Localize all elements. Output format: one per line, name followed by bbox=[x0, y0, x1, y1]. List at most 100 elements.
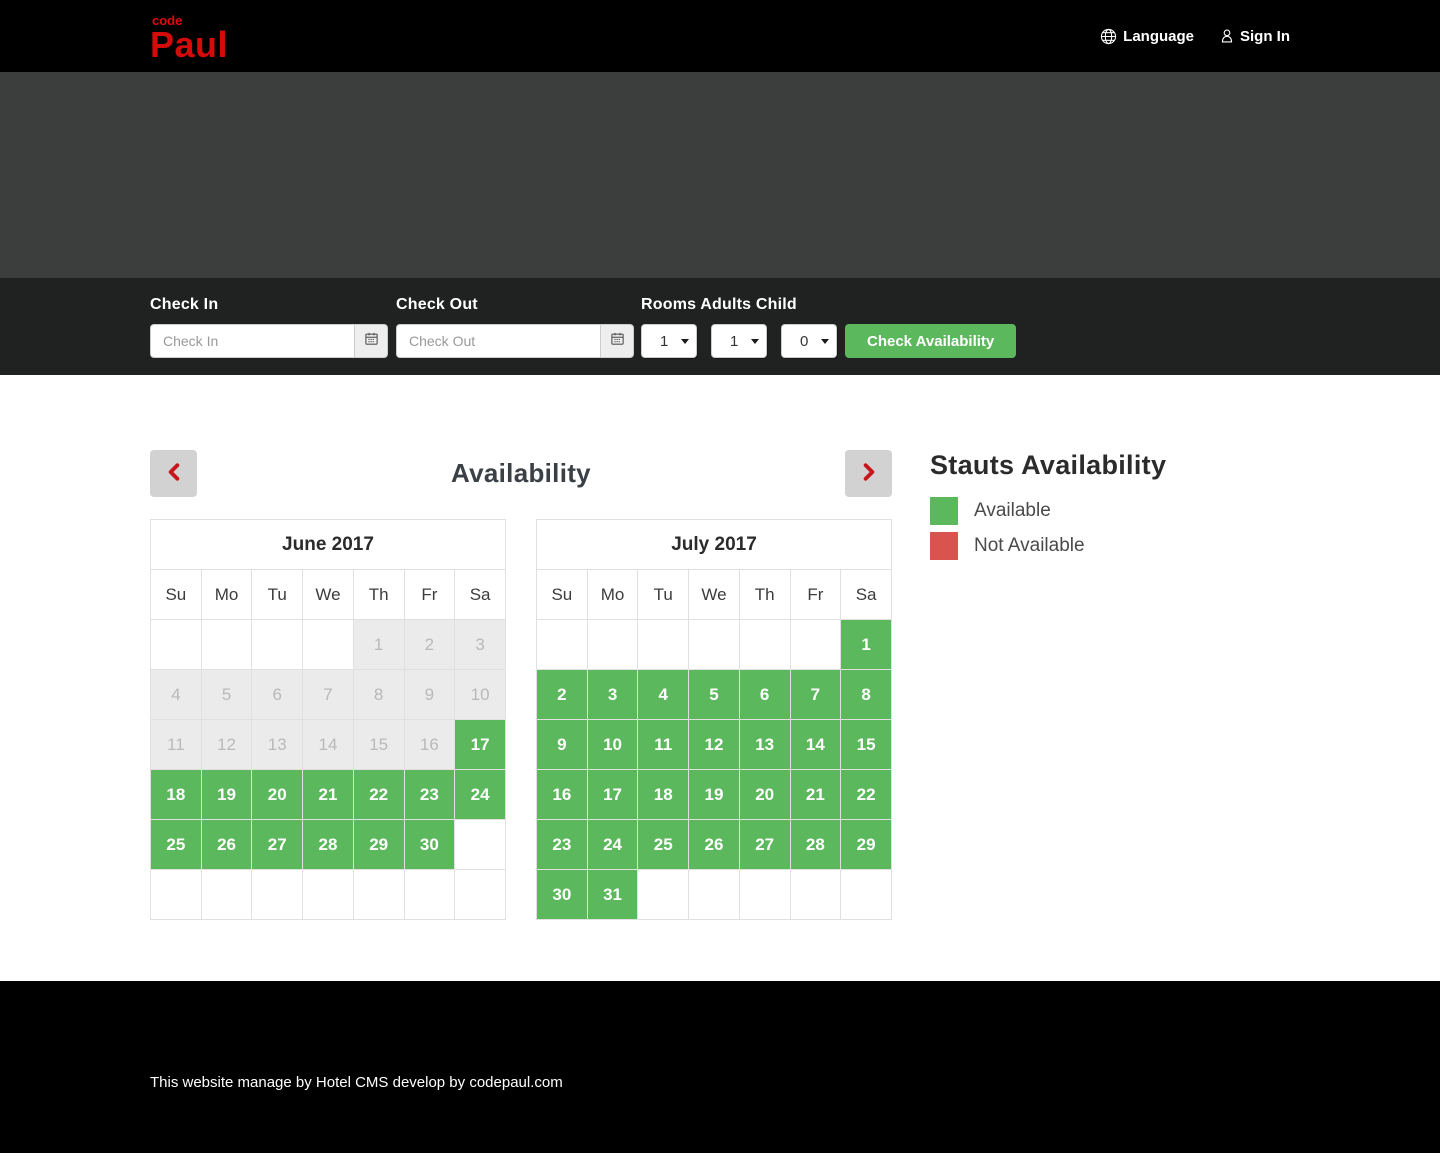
chevron-left-icon bbox=[167, 463, 181, 484]
calendar-cell-day[interactable]: 13 bbox=[738, 719, 791, 770]
calendar-week-row: 25 26 27 28 29 30 bbox=[150, 819, 506, 870]
calendar-cell-day: 1 bbox=[352, 619, 405, 670]
calendar-june: June 2017 Su Mo Tu We Th Fr Sa 1 2 3 4 5 6 7 8 9 10 11 12… bbox=[150, 519, 506, 920]
calendar-cell-day[interactable]: 29 bbox=[352, 819, 405, 870]
calendar-cell-day[interactable]: 21 bbox=[789, 769, 842, 820]
logo-paul-text: Paul bbox=[150, 23, 229, 65]
language-menu[interactable]: Language bbox=[1100, 28, 1194, 45]
calendar-cell-empty bbox=[789, 869, 842, 920]
legend-label: Not Available bbox=[974, 535, 1085, 556]
calendar-cell-day[interactable]: 20 bbox=[738, 769, 791, 820]
calendar-cell-empty bbox=[586, 619, 639, 670]
footer: This website manage by Hotel CMS develop… bbox=[0, 981, 1440, 1153]
calendar-cell-day: 4 bbox=[150, 669, 202, 720]
calendar-cell-day[interactable]: 28 bbox=[789, 819, 842, 870]
child-select[interactable]: 0 bbox=[781, 324, 837, 358]
calendar-cell-day: 11 bbox=[150, 719, 202, 770]
calendar-cell-day[interactable]: 2 bbox=[536, 669, 588, 720]
footer-text: This website manage by Hotel CMS develop… bbox=[150, 1074, 563, 1091]
check-out-label: Check Out bbox=[396, 296, 478, 313]
calendar-cell-day[interactable]: 7 bbox=[789, 669, 842, 720]
day-name: Tu bbox=[251, 569, 304, 620]
calendar-cell-day[interactable]: 8 bbox=[840, 669, 892, 720]
calendar-cell-day[interactable]: 27 bbox=[251, 819, 304, 870]
rooms-select[interactable]: 1 bbox=[641, 324, 697, 358]
check-in-calendar-addon[interactable] bbox=[354, 324, 388, 358]
day-name: Mo bbox=[200, 569, 253, 620]
calendar-cell-day[interactable]: 18 bbox=[150, 769, 202, 820]
calendar-cell-day[interactable]: 15 bbox=[840, 719, 892, 770]
calendar-cell-day[interactable]: 25 bbox=[637, 819, 690, 870]
calendar-cell-day[interactable]: 17 bbox=[586, 769, 639, 820]
adults-select-value: 1 bbox=[730, 332, 739, 350]
calendar-cell-day[interactable]: 14 bbox=[789, 719, 842, 770]
check-out-input[interactable] bbox=[396, 324, 600, 358]
calendar-cell-day: 7 bbox=[302, 669, 354, 720]
calendar-cell-day[interactable]: 26 bbox=[688, 819, 740, 870]
day-name: We bbox=[688, 569, 740, 620]
day-name: Fr bbox=[789, 569, 842, 620]
calendar-cell-day[interactable]: 27 bbox=[738, 819, 791, 870]
calendar-cell-day[interactable]: 22 bbox=[352, 769, 405, 820]
calendar-cell-empty bbox=[840, 869, 892, 920]
calendar-cell-empty bbox=[150, 619, 202, 670]
calendar-cell-day[interactable]: 23 bbox=[403, 769, 456, 820]
day-name: Su bbox=[150, 569, 202, 620]
calendar-cell-day[interactable]: 25 bbox=[150, 819, 202, 870]
next-month-button[interactable] bbox=[845, 450, 892, 497]
legend-item: Not Available bbox=[930, 532, 1290, 560]
calendar-cell-day[interactable]: 9 bbox=[536, 719, 588, 770]
child-select-value: 0 bbox=[800, 332, 809, 350]
booking-bar: Check In Check In Check Out Check Out Ro… bbox=[0, 278, 1440, 375]
calendar-cell-day: 13 bbox=[251, 719, 304, 770]
chevron-down-icon bbox=[681, 339, 689, 344]
calendar-cell-day[interactable]: 26 bbox=[200, 819, 253, 870]
calendar-cell-day[interactable]: 17 bbox=[454, 719, 506, 770]
calendar-cell-day[interactable]: 12 bbox=[688, 719, 740, 770]
chevron-right-icon bbox=[862, 463, 876, 484]
calendar-cell-day: 6 bbox=[251, 669, 304, 720]
calendar-cell-day[interactable]: 24 bbox=[454, 769, 506, 820]
calendar-cell-day[interactable]: 1 bbox=[840, 619, 892, 670]
calendar-cell-day[interactable]: 23 bbox=[536, 819, 588, 870]
calendar-cell-empty bbox=[302, 869, 354, 920]
calendar-cell-day[interactable]: 29 bbox=[840, 819, 892, 870]
calendar-cell-empty bbox=[738, 869, 791, 920]
calendar-cell-day[interactable]: 3 bbox=[586, 669, 639, 720]
sign-in-link[interactable]: Sign In bbox=[1220, 28, 1290, 45]
calendar-icon bbox=[610, 331, 625, 351]
calendar-cell-empty bbox=[251, 619, 304, 670]
availability-title: Availability bbox=[451, 458, 591, 488]
check-availability-button[interactable]: Check Availability bbox=[845, 324, 1017, 358]
calendar-cell-day[interactable]: 19 bbox=[200, 769, 253, 820]
calendar-cell-day[interactable]: 24 bbox=[586, 819, 639, 870]
calendar-cell-day[interactable]: 16 bbox=[536, 769, 588, 820]
calendar-cell-day[interactable]: 31 bbox=[586, 869, 639, 920]
calendar-cell-empty bbox=[738, 619, 791, 670]
prev-month-button[interactable] bbox=[150, 450, 197, 497]
calendar-cell-day[interactable]: 4 bbox=[637, 669, 690, 720]
calendar-week-row: 2345678 bbox=[536, 669, 892, 720]
check-in-input[interactable] bbox=[150, 324, 354, 358]
day-names-row: Su Mo Tu We Th Fr Sa bbox=[150, 569, 506, 620]
calendar-cell-day[interactable]: 22 bbox=[840, 769, 892, 820]
calendar-cell-day[interactable]: 20 bbox=[251, 769, 304, 820]
calendar-cell-day[interactable]: 21 bbox=[302, 769, 354, 820]
check-out-calendar-addon[interactable] bbox=[600, 324, 634, 358]
calendar-cell-day[interactable]: 5 bbox=[688, 669, 740, 720]
calendar-icon bbox=[364, 331, 379, 351]
calendar-cell-day[interactable]: 30 bbox=[536, 869, 588, 920]
calendar-cell-day[interactable]: 6 bbox=[738, 669, 791, 720]
site-logo[interactable]: code Paul bbox=[150, 10, 228, 63]
calendar-cell-empty bbox=[536, 619, 588, 670]
calendar-cell-day: 10 bbox=[454, 669, 506, 720]
globe-icon bbox=[1100, 28, 1117, 45]
calendar-cell-day[interactable]: 30 bbox=[403, 819, 456, 870]
calendar-cell-day[interactable]: 11 bbox=[637, 719, 690, 770]
calendar-cell-day[interactable]: 18 bbox=[637, 769, 690, 820]
calendar-cell-day[interactable]: 19 bbox=[688, 769, 740, 820]
calendar-cell-day[interactable]: 10 bbox=[586, 719, 639, 770]
calendar-cell-day[interactable]: 28 bbox=[302, 819, 354, 870]
adults-select[interactable]: 1 bbox=[711, 324, 767, 358]
calendar-cell-day: 14 bbox=[302, 719, 354, 770]
